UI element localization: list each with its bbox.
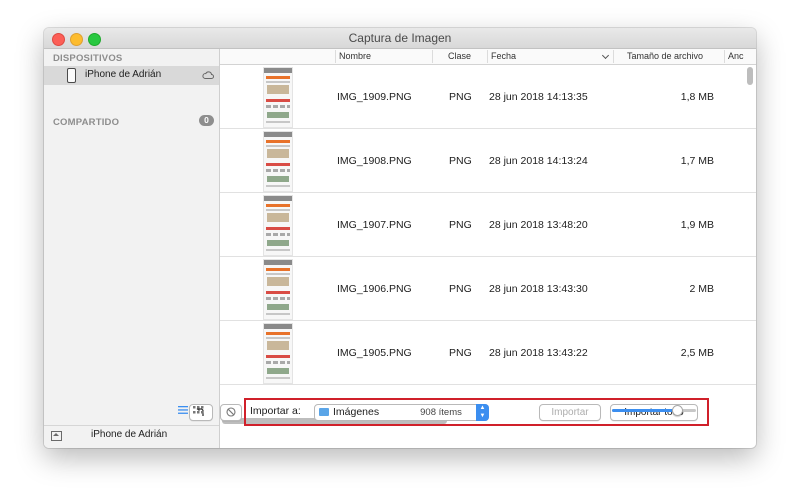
rows-container: IMG_1909.PNG PNG 28 jun 2018 14:13:35 1,… [220,65,756,386]
folder-icon [319,408,329,416]
footer-device-name: iPhone de Adrián [91,429,168,440]
table-row[interactable]: IMG_1905.PNG PNG 28 jun 2018 13:43:22 2,… [220,321,756,385]
delete-button[interactable] [220,404,242,421]
item-count: 908 ítems [420,407,462,418]
cloud-icon[interactable] [202,70,214,80]
file-date: 28 jun 2018 14:13:24 [489,155,588,167]
grid-view-icon[interactable] [193,406,204,414]
table-row[interactable]: IMG_1906.PNG PNG 28 jun 2018 13:43:30 2 … [220,257,756,321]
import-button[interactable]: Importar [539,404,601,421]
eject-icon[interactable] [51,431,62,441]
column-separator[interactable] [432,50,433,63]
file-name: IMG_1908.PNG [337,155,412,167]
file-size: 2 MB [689,283,714,295]
image-capture-window: Captura de Imagen DISPOSITIVOS iPhone de… [44,28,756,448]
table-row[interactable]: IMG_1909.PNG PNG 28 jun 2018 14:13:35 1,… [220,65,756,129]
thumbnail-image [263,131,293,192]
file-size: 1,8 MB [680,91,714,103]
file-date: 28 jun 2018 13:48:20 [489,219,588,231]
import-to-label: Importar a: [250,405,301,417]
file-kind: PNG [449,91,472,103]
table-row[interactable]: IMG_1907.PNG PNG 28 jun 2018 13:48:20 1,… [220,193,756,257]
column-width[interactable]: Anc [728,51,744,61]
file-kind: PNG [449,155,472,167]
table-row[interactable]: IMG_1908.PNG PNG 28 jun 2018 14:13:24 1,… [220,129,756,193]
shared-section-title: COMPARTIDO [53,117,120,128]
column-separator[interactable] [613,50,614,63]
file-list: Nombre Clase Fecha Tamaño de archivo Anc… [220,49,756,448]
file-size: 1,7 MB [680,155,714,167]
no-entry-icon [226,407,236,417]
file-kind: PNG [449,219,472,231]
slider-fill [612,409,674,412]
file-name: IMG_1905.PNG [337,347,412,359]
vertical-scrollbar[interactable] [747,67,753,85]
window-title: Captura de Imagen [348,31,452,45]
sidebar-item-label: iPhone de Adrián [85,69,162,80]
sort-chevron-icon[interactable] [601,51,610,60]
list-view-icon[interactable] [178,406,188,414]
column-separator[interactable] [724,50,725,63]
thumbnail-image [263,67,293,128]
file-kind: PNG [449,283,472,295]
thumbnail-image [263,195,293,256]
file-name: IMG_1909.PNG [337,91,412,103]
column-header: Nombre Clase Fecha Tamaño de archivo Anc [220,49,756,65]
sidebar: DISPOSITIVOS iPhone de Adrián COMPARTIDO… [44,49,220,448]
shared-count-badge: 0 [199,115,214,126]
file-kind: PNG [449,347,472,359]
column-kind[interactable]: Clase [448,51,471,61]
file-date: 28 jun 2018 14:13:35 [489,91,588,103]
slider-knob[interactable] [672,405,683,416]
iphone-icon [67,68,76,83]
destination-value: Imágenes [333,406,380,418]
thumbnail-image [263,259,293,320]
sidebar-device-footer: iPhone de Adrián [44,425,219,448]
sidebar-item-iphone[interactable]: iPhone de Adrián [44,66,219,85]
column-size[interactable]: Tamaño de archivo [627,51,703,61]
file-size: 1,9 MB [680,219,714,231]
file-size: 2,5 MB [680,347,714,359]
file-date: 28 jun 2018 13:43:22 [489,347,588,359]
column-date[interactable]: Fecha [491,51,516,61]
file-name: IMG_1907.PNG [337,219,412,231]
column-name[interactable]: Nombre [339,51,371,61]
import-all-button[interactable]: Importar todo [610,404,698,421]
thumbnail-image [263,323,293,384]
devices-section-title: DISPOSITIVOS [53,53,123,64]
file-name: IMG_1906.PNG [337,283,412,295]
column-separator[interactable] [335,50,336,63]
column-separator[interactable] [487,50,488,63]
file-date: 28 jun 2018 13:43:30 [489,283,588,295]
title-bar: Captura de Imagen [44,28,756,49]
